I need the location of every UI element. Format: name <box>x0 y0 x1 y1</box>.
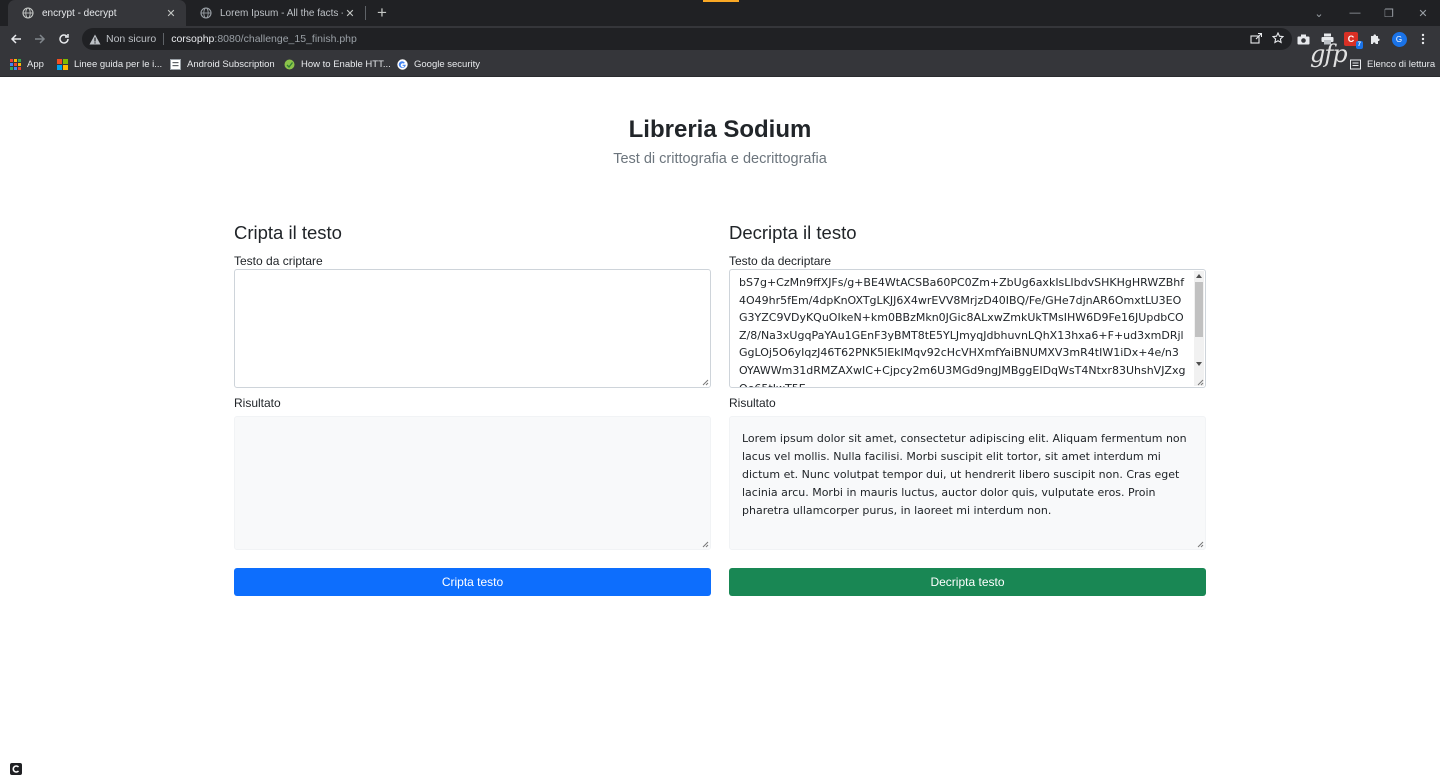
reading-list-label: Elenco di lettura <box>1367 59 1436 70</box>
scroll-up-arrow-icon[interactable] <box>1196 274 1202 278</box>
resize-grip-icon[interactable] <box>701 378 709 386</box>
bookmark-google-security[interactable]: Google security <box>397 57 480 72</box>
textarea-scrollbar[interactable] <box>1194 271 1204 386</box>
bookmark-android-subscription[interactable]: Android Subscription <box>170 57 275 72</box>
security-status: Non sicuro <box>106 33 157 45</box>
address-bar[interactable]: Non sicuro corsophp :8080/challenge_15_f… <box>82 28 1292 50</box>
scroll-down-arrow-icon[interactable] <box>1196 362 1202 366</box>
decrypt-input-label: Testo da decriptare <box>729 254 832 268</box>
encrypt-result-textarea[interactable] <box>234 416 711 550</box>
tab-encrypt-decrypt[interactable]: encrypt - decrypt ✕ <box>8 0 186 26</box>
page-title: Libreria Sodium <box>628 116 812 143</box>
new-tab-plus-icon[interactable]: + <box>372 3 392 23</box>
tab-title: Lorem Ipsum - All the facts - Lipsum <box>220 7 343 19</box>
encrypt-input-label: Testo da criptare <box>234 254 323 268</box>
back-arrow-icon[interactable] <box>6 29 26 49</box>
url-host: corsophp <box>171 33 215 45</box>
profile-avatar[interactable]: G <box>1390 30 1408 48</box>
decrypt-button[interactable]: Decripta testo <box>729 568 1206 596</box>
bookmark-linee-guida[interactable]: Linee guida per le i... <box>57 57 162 72</box>
decrypt-heading: Decripta il testo <box>729 222 857 243</box>
decrypt-input-textarea[interactable]: bS7g+CzMn9ffXJFs/g+BE4WtACSBa60PC0Zm+ZbU… <box>729 269 1206 388</box>
decrypt-result-textarea[interactable]: Lorem ipsum dolor sit amet, consectetur … <box>729 416 1206 550</box>
bookmarks-bar: App Linee guida per le i... Android Subs… <box>0 52 1440 77</box>
menu-kebab-icon[interactable] <box>1414 30 1432 48</box>
google-logo-icon <box>397 59 408 70</box>
share-icon[interactable] <box>1250 32 1262 44</box>
tab-search-chevron-icon[interactable]: ⌄ <box>1302 0 1336 26</box>
encrypt-input-textarea[interactable] <box>234 269 711 388</box>
bookmark-label: How to Enable HTT... <box>301 59 391 70</box>
window-close-icon[interactable]: ✕ <box>1406 0 1440 26</box>
bookmark-label: Android Subscription <box>187 59 275 70</box>
encrypt-heading: Cripta il testo <box>234 222 342 243</box>
globe-icon <box>22 7 34 19</box>
bookmark-how-to-enable[interactable]: How to Enable HTT... <box>284 57 391 72</box>
star-bookmark-icon[interactable] <box>1272 32 1284 44</box>
apps-grid-icon <box>10 59 21 70</box>
close-icon[interactable]: ✕ <box>343 7 357 20</box>
encrypt-button[interactable]: Cripta testo <box>234 568 711 596</box>
warning-triangle-icon[interactable] <box>88 32 102 46</box>
site-icon <box>284 59 295 70</box>
extension-badge: 7 <box>1355 41 1363 49</box>
scroll-thumb[interactable] <box>1195 282 1203 337</box>
app-c-icon <box>10 763 22 775</box>
tab-lorem-ipsum[interactable]: Lorem Ipsum - All the facts - Lipsum ✕ <box>186 0 365 26</box>
decrypt-section: Decripta il testo Testo da decriptare bS… <box>729 222 1206 596</box>
divider <box>163 33 165 45</box>
watermark-logo: gfp <box>1310 40 1348 68</box>
puzzle-extensions-icon[interactable] <box>1366 30 1384 48</box>
plaintext: Lorem ipsum dolor sit amet, consectetur … <box>742 432 1187 517</box>
ciphertext: bS7g+CzMn9ffXJFs/g+BE4WtACSBa60PC0Zm+ZbU… <box>739 276 1186 387</box>
decrypt-result-label: Risultato <box>729 396 776 410</box>
decorative-strip <box>703 0 739 2</box>
resize-grip-icon[interactable] <box>1196 540 1204 548</box>
page-subtitle: Test di crittografia e decrittografia <box>613 151 827 167</box>
tab-title: encrypt - decrypt <box>42 7 117 19</box>
restore-icon[interactable]: ❐ <box>1372 0 1406 26</box>
reading-list-button[interactable]: Elenco di lettura <box>1350 57 1435 72</box>
url-path: :8080/challenge_15_finish.php <box>214 33 357 45</box>
reading-list-icon <box>1350 59 1361 70</box>
minimize-icon[interactable]: — <box>1338 0 1372 26</box>
forward-arrow-icon[interactable] <box>30 29 50 49</box>
close-icon[interactable]: ✕ <box>164 7 178 20</box>
globe-icon <box>200 7 212 19</box>
encrypt-section: Cripta il testo Testo da criptare Risult… <box>234 222 711 596</box>
tab-separator <box>365 6 366 20</box>
encrypt-result-label: Risultato <box>234 396 281 410</box>
resize-grip-icon[interactable] <box>701 540 709 548</box>
browser-toolbar: Non sicuro corsophp :8080/challenge_15_f… <box>0 26 1440 52</box>
bookmark-label: App <box>27 59 44 70</box>
resize-grip-icon[interactable] <box>1196 378 1204 386</box>
bookmark-label: Linee guida per le i... <box>74 59 163 70</box>
browser-tab-strip: encrypt - decrypt ✕ Lorem Ipsum - All th… <box>0 0 1440 26</box>
bookmark-label: Google security <box>414 59 481 70</box>
bookmark-apps[interactable]: App <box>10 57 44 72</box>
microsoft-logo-icon <box>57 59 68 70</box>
page-icon <box>170 59 181 70</box>
reload-icon[interactable] <box>54 29 74 49</box>
